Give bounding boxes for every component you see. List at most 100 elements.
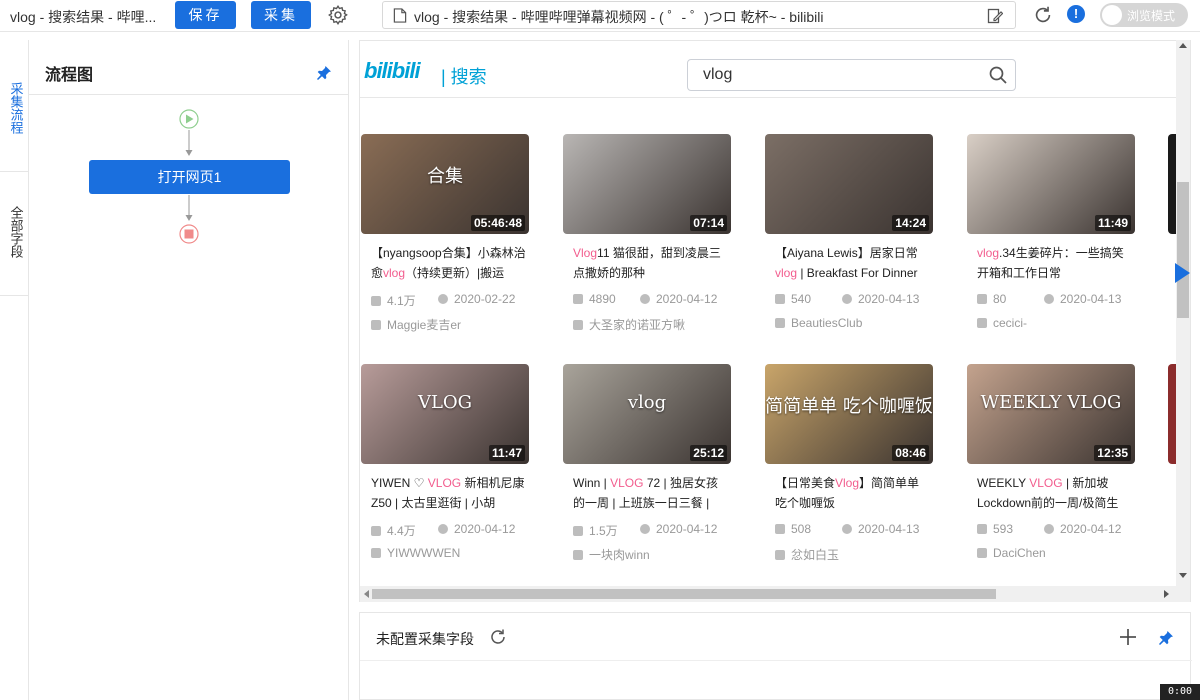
play-count: 540 <box>775 292 811 306</box>
video-thumbnail[interactable]: 14:24 <box>765 134 933 234</box>
reload-icon[interactable] <box>1032 4 1054 26</box>
horizontal-scroll-thumb[interactable] <box>372 589 996 599</box>
scroll-down-arrow[interactable] <box>1179 573 1187 578</box>
bilibili-logo[interactable]: bilibili <box>364 58 421 84</box>
play-count: 80 <box>977 292 1006 306</box>
panel-expand-icon[interactable] <box>1172 262 1192 284</box>
browse-mode-toggle[interactable]: 浏览模式 <box>1100 3 1188 27</box>
user-icon <box>775 318 785 328</box>
video-thumbnail[interactable]: 合集 05:46:48 <box>361 134 529 234</box>
user-icon <box>977 318 987 328</box>
upload-date-value: 2020-04-12 <box>656 522 718 536</box>
video-title[interactable]: WEEKLY VLOG | 新加坡Lockdown前的一周/极简生 <box>977 473 1133 513</box>
video-card[interactable]: 14:24 【Aiyana Lewis】居家日常 vlog | Breakfast… <box>765 134 933 334</box>
uploader[interactable]: DaciChen <box>977 546 1046 560</box>
video-title[interactable]: 【Aiyana Lewis】居家日常 vlog | Breakfast For … <box>775 243 931 283</box>
pin-icon[interactable] <box>316 65 332 81</box>
uploader[interactable]: YIWWWWEN <box>371 546 460 560</box>
video-card[interactable]: VLOG 11:47 YIWEN ♡ VLOG 新相机尼康Z50 | 太古里逛街 |… <box>361 364 529 564</box>
clock-icon <box>1044 294 1054 304</box>
video-title[interactable]: YIWEN ♡ VLOG 新相机尼康Z50 | 太古里逛街 | 小胡 <box>371 473 527 513</box>
play-count: 593 <box>977 522 1013 536</box>
video-card[interactable]: 07:14 Vlog11 猫很甜，甜到凌晨三点撒娇的那种 4890 2020-04-1… <box>563 134 731 334</box>
vertical-scroll-thumb[interactable] <box>1177 182 1189 318</box>
keyword-highlight: Vlog <box>835 476 860 490</box>
user-icon <box>775 550 785 560</box>
upload-date-value: 2020-04-13 <box>858 292 920 306</box>
play-count-value: 508 <box>791 522 812 536</box>
timer-badge: 0:00 <box>1160 684 1200 700</box>
video-thumbnail[interactable]: 简简单单 吃个咖喱饭 08:46 <box>765 364 933 464</box>
video-title[interactable]: 【nyangsoop合集】小森林治愈vlog（持续更新）|搬运 <box>371 243 527 283</box>
play-icon <box>977 294 987 304</box>
video-thumbnail[interactable]: 11:49 <box>967 134 1135 234</box>
video-thumbnail[interactable]: VLOG 11:47 <box>361 364 529 464</box>
video-title[interactable]: Winn | VLOG 72 | 独居女孩的一周 | 上班族一日三餐 | <box>573 473 729 513</box>
search-input[interactable]: vlog <box>687 59 1016 91</box>
pin-icon[interactable] <box>1158 630 1174 646</box>
uploader[interactable]: cecici- <box>977 316 1027 330</box>
gear-icon[interactable] <box>327 4 349 26</box>
flow-node-open-page[interactable]: 打开网页1 <box>89 160 290 194</box>
video-title[interactable]: vlog.34生姜碎片：一些搞笑开箱和工作日常 <box>977 243 1133 283</box>
search-icon[interactable] <box>989 66 1007 84</box>
info-icon[interactable]: ! <box>1067 5 1085 23</box>
uploader[interactable]: 一块肉winn <box>573 546 650 563</box>
video-thumbnail[interactable]: 07:14 <box>563 134 731 234</box>
video-card-partial[interactable] <box>1168 364 1176 464</box>
top-toolbar: vlog - 搜索结果 - 哔哩... 保存 采集 vlog - 搜索结果 - … <box>0 0 1200 32</box>
video-card-partial[interactable] <box>1168 134 1176 234</box>
task-title: vlog - 搜索结果 - 哔哩... <box>10 9 157 25</box>
clock-icon <box>842 294 852 304</box>
uploader-name: BeautiesClub <box>791 316 863 330</box>
add-icon[interactable] <box>1118 627 1138 647</box>
search-section-label: | 搜索 <box>441 67 487 87</box>
play-icon <box>573 526 583 536</box>
title-text: 【日常美食 <box>775 476 836 490</box>
address-bar[interactable]: vlog - 搜索结果 - 哔哩哔哩弹幕视频网 - ( ゜- ゜)つロ 乾杯~ … <box>382 1 1016 29</box>
refresh-icon[interactable] <box>489 628 507 646</box>
scroll-up-arrow[interactable] <box>1179 43 1187 48</box>
user-icon <box>573 320 583 330</box>
video-title[interactable]: 【日常美食Vlog】简简单单吃个咖喱饭 <box>775 473 931 513</box>
uploader[interactable]: 大圣家的诺亚方啾 <box>573 316 685 333</box>
play-count-value: 540 <box>791 292 812 306</box>
upload-date: 2020-04-12 <box>1044 522 1121 536</box>
uploader[interactable]: BeautiesClub <box>775 316 862 330</box>
scroll-right-arrow[interactable] <box>1164 590 1169 598</box>
video-card[interactable]: 简简单单 吃个咖喱饭 08:46 【日常美食Vlog】简简单单吃个咖喱饭 508 202… <box>765 364 933 564</box>
video-duration: 11:49 <box>1094 215 1131 231</box>
upload-date-value: 2020-04-13 <box>1060 292 1122 306</box>
video-card[interactable]: vlog 25:12 Winn | VLOG 72 | 独居女孩的一周 | 上班族一… <box>563 364 731 564</box>
video-duration: 14:24 <box>892 215 929 231</box>
video-card[interactable]: WEEKLY VLOG 12:35 WEEKLY VLOG | 新加坡Lockdow… <box>967 364 1135 564</box>
save-button[interactable]: 保存 <box>175 1 236 29</box>
user-icon <box>371 320 381 330</box>
video-card[interactable]: 11:49 vlog.34生姜碎片：一些搞笑开箱和工作日常 80 2020-04-13… <box>967 134 1135 334</box>
upload-date-value: 2020-04-12 <box>656 292 718 306</box>
uploader[interactable]: Maggie麦吉er <box>371 316 461 333</box>
video-thumbnail[interactable]: vlog 25:12 <box>563 364 731 464</box>
title-text: Winn | <box>573 476 611 490</box>
collect-button[interactable]: 采集 <box>251 1 311 29</box>
scroll-left-arrow[interactable] <box>364 590 369 598</box>
uploader[interactable]: 忿如白玉 <box>775 546 839 563</box>
video-duration: 11:47 <box>488 445 525 461</box>
play-icon <box>573 294 583 304</box>
thumbnail-caption: VLOG <box>417 392 473 413</box>
title-text: | Breakfast For Dinner <box>797 266 918 280</box>
title-text: （持续更新）|搬运 <box>405 266 505 280</box>
play-count-value: 593 <box>993 522 1014 536</box>
upload-date-value: 2020-04-13 <box>858 522 920 536</box>
video-title[interactable]: Vlog11 猫很甜，甜到凌晨三点撒娇的那种 <box>573 243 729 283</box>
video-card[interactable]: 合集 05:46:48 【nyangsoop合集】小森林治愈vlog（持续更新）|搬… <box>361 134 529 334</box>
keyword-highlight: Vlog <box>573 246 598 260</box>
tab-collect-flow[interactable]: 采集流程 <box>0 68 29 148</box>
video-thumbnail[interactable]: WEEKLY VLOG 12:35 <box>967 364 1135 464</box>
edit-page-icon[interactable] <box>987 8 1003 24</box>
user-icon <box>573 550 583 560</box>
vertical-scrollbar[interactable] <box>1176 40 1190 602</box>
side-tabs: 采集流程 全部字段 <box>0 40 29 700</box>
tab-all-fields[interactable]: 全部字段 <box>0 192 29 272</box>
horizontal-scrollbar[interactable] <box>360 586 1176 602</box>
